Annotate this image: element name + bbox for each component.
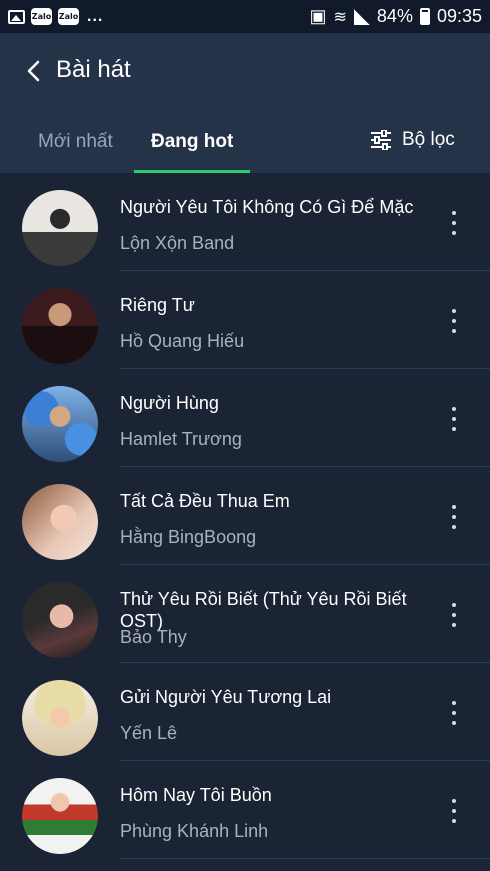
song-title: Tất Cả Đều Thua Em [120,491,290,511]
app-bar: Bài hát Mới nhất Đang hot Bộ lọc [0,33,490,173]
song-artist: Hằng BingBoong [120,527,257,547]
clock: 09:35 [436,6,482,26]
artist-avatar [22,484,98,560]
artist-avatar [22,582,98,658]
more-options-icon[interactable] [444,799,464,829]
song-title: Người Yêu Tôi Không Có Gì Để Mặc [120,197,414,217]
song-artist: Yến Lê [120,723,178,743]
song-artist: Hamlet Trương [120,429,242,449]
song-item[interactable]: Tất Cả Đều Thua Em Hằng BingBoong [0,467,490,565]
artist-avatar [22,778,98,854]
more-options-icon[interactable] [444,701,464,731]
battery-icon [419,8,430,25]
song-artist: Lộn Xộn Band [120,233,235,253]
more-notifications: ... [87,7,104,25]
signal-icon [353,8,370,25]
song-title: Hôm Nay Tôi Buồn [120,785,272,805]
song-title: Thử Yêu Rồi Biết (Thử Yêu Rồi Biết OST) [120,589,407,631]
artist-avatar [22,288,98,364]
song-item[interactable]: Người Hùng Hamlet Trương [0,369,490,467]
more-options-icon[interactable] [444,309,464,339]
sim-icon: ▣ [309,6,327,26]
page-title: Bài hát [56,56,131,83]
wifi-icon: ≋ [333,7,347,26]
song-title: Gửi Người Yêu Tương Lai [120,687,332,707]
zalo-notification-icon: Zalo [58,8,79,25]
artist-avatar [22,190,98,266]
song-artist: Bảo Thy [120,627,187,647]
song-item[interactable]: Gửi Người Yêu Tương Lai Yến Lê [0,663,490,761]
battery-percent: 84% [376,6,413,26]
status-bar: Zalo Zalo ... ▣ ≋ 84% 09:35 [0,0,490,33]
tab-moi-nhat[interactable]: Mới nhất [38,131,113,153]
song-item[interactable]: Thử Yêu Rồi Biết (Thử Yêu Rồi Biết OST) … [0,565,490,663]
more-options-icon[interactable] [444,505,464,535]
song-item[interactable]: Hôm Nay Tôi Buồn Phùng Khánh Linh [0,761,490,859]
zalo-notification-icon: Zalo [31,8,52,25]
filter-label: Bộ lọc [402,129,455,150]
more-options-icon[interactable] [444,407,464,437]
divider [120,858,490,859]
song-item[interactable]: Riêng Tư Hồ Quang Hiếu [0,271,490,369]
song-item[interactable]: Người Yêu Tôi Không Có Gì Để Mặc Lộn Xộn… [0,173,490,271]
artist-avatar [22,386,98,462]
song-artist: Hồ Quang Hiếu [120,331,245,351]
artist-avatar [22,680,98,756]
filter-sliders-icon [371,130,391,150]
gallery-notification-icon [8,9,25,24]
tab-dang-hot[interactable]: Đang hot [151,131,233,153]
filter-button[interactable]: Bộ lọc [370,129,455,151]
song-list: Người Yêu Tôi Không Có Gì Để Mặc Lộn Xộn… [0,173,490,871]
song-title: Người Hùng [120,393,219,413]
back-arrow-icon[interactable] [22,59,46,83]
more-options-icon[interactable] [444,211,464,241]
song-title: Riêng Tư [120,295,195,315]
more-options-icon[interactable] [444,603,464,633]
song-artist: Phùng Khánh Linh [120,821,269,841]
